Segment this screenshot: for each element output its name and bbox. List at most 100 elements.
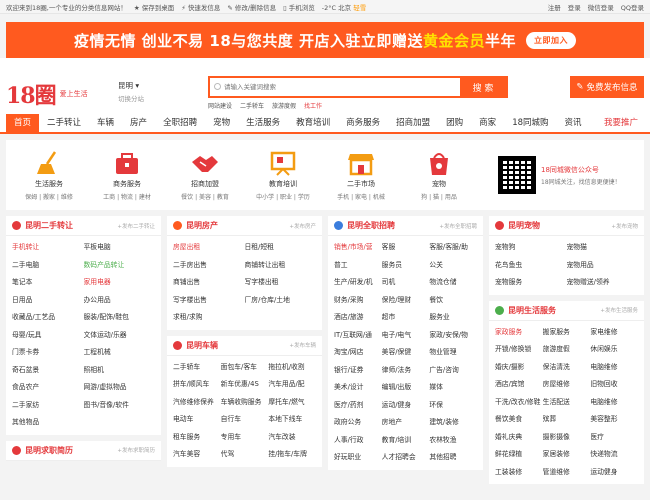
list-item[interactable]: 医疗/药剂 — [334, 397, 382, 415]
list-item[interactable]: 花鸟鱼虫 — [495, 257, 567, 275]
list-item[interactable]: 客服 — [382, 239, 430, 257]
list-item[interactable]: 电动车 — [173, 411, 221, 429]
nav-jobs[interactable]: 全职招聘 — [155, 113, 205, 133]
list-item[interactable]: 二手房出售 — [173, 257, 245, 275]
nav-pets[interactable]: 宠物 — [205, 113, 238, 133]
wechat-login-link[interactable]: 微信登录 — [588, 2, 614, 12]
login-link[interactable]: 登录 — [568, 2, 581, 12]
category-edu[interactable]: 教育培训 中小学 | 职业 | 学历 — [244, 150, 322, 201]
list-item[interactable]: 搬家服务 — [543, 324, 591, 342]
qq-login-link[interactable]: QQ登录 — [621, 2, 644, 12]
list-item[interactable]: 超市 — [382, 309, 430, 327]
list-item[interactable]: 食品农产 — [12, 379, 84, 397]
list-item[interactable] — [245, 309, 317, 327]
list-item[interactable]: 宠物用品 — [567, 257, 639, 275]
list-item[interactable]: 酒店/宾馆 — [495, 376, 543, 394]
list-item[interactable]: 公关 — [429, 257, 477, 275]
list-item[interactable]: 普工 — [334, 257, 382, 275]
list-item[interactable]: 教育/培训 — [382, 432, 430, 450]
category-market[interactable]: 二手市场 手机 | 家电 | 机械 — [322, 150, 400, 201]
quick-post-link[interactable]: ⚡ 快速发信息 — [181, 2, 220, 12]
list-item[interactable]: 网游/虚拟物品 — [84, 379, 156, 397]
list-item[interactable]: 文体运动/乐器 — [84, 327, 156, 345]
list-item[interactable]: 厂房/仓库/土地 — [245, 292, 317, 310]
list-item[interactable]: 日租/短租 — [245, 239, 317, 257]
list-item[interactable]: 收藏品/工艺品 — [12, 309, 84, 327]
list-item[interactable]: 门票卡券 — [12, 344, 84, 362]
list-item[interactable]: 代驾 — [221, 446, 269, 464]
list-item[interactable]: 求租/求购 — [173, 309, 245, 327]
list-item[interactable]: 编辑/出版 — [382, 379, 430, 397]
register-link[interactable]: 注册 — [548, 2, 561, 12]
list-item[interactable]: 挂/拖车/车牌 — [268, 446, 316, 464]
list-item[interactable]: 物业管理 — [429, 344, 477, 362]
list-item[interactable]: 工程机械 — [84, 344, 156, 362]
list-item[interactable]: 餐饮 — [429, 292, 477, 310]
list-item[interactable]: 二手轿车 — [173, 359, 221, 377]
list-item[interactable]: 休闲娱乐 — [590, 341, 638, 359]
nav-franchise[interactable]: 招商加盟 — [388, 113, 438, 133]
search-button[interactable]: 搜 索 — [460, 78, 506, 96]
list-item[interactable]: 司机 — [382, 274, 430, 292]
category-life[interactable]: 生活服务 保姆 | 搬家 | 维修 — [10, 150, 88, 201]
list-item[interactable]: 照相机 — [84, 362, 156, 380]
list-item[interactable]: 律师/法务 — [382, 362, 430, 380]
list-item[interactable]: 宠物赠送/领养 — [567, 274, 639, 292]
nav-home[interactable]: 首页 — [6, 113, 40, 133]
list-item[interactable]: 宠物狗 — [495, 239, 567, 257]
category-pets[interactable]: 宠物狗 | 猫 | 用品 — [400, 150, 478, 201]
list-item[interactable]: 销售/市场/营 — [334, 239, 382, 257]
publish-button[interactable]: ✎ 免费发布信息 — [570, 76, 644, 98]
list-item[interactable]: 办公用品 — [84, 292, 156, 310]
list-item[interactable]: 工装装修 — [495, 464, 543, 482]
list-item[interactable]: 商铺转让出租 — [245, 257, 317, 275]
category-franchise[interactable]: 招商加盟 餐饮 | 美容 | 教育 — [166, 150, 244, 201]
nav-house[interactable]: 房产 — [122, 113, 155, 133]
list-item[interactable]: 媒体 — [429, 379, 477, 397]
list-item[interactable]: 服务业 — [429, 309, 477, 327]
list-item[interactable]: 旅游度假 — [543, 341, 591, 359]
list-item[interactable]: 摄影摄像 — [543, 429, 591, 447]
list-item[interactable]: 宠物猫 — [567, 239, 639, 257]
list-item[interactable]: 其他招聘 — [429, 449, 477, 467]
list-item[interactable]: 家居装修 — [543, 446, 591, 464]
list-item[interactable]: 写字楼出租 — [245, 274, 317, 292]
list-item[interactable]: 房屋出租 — [173, 239, 245, 257]
list-item[interactable]: 美容整形 — [590, 411, 638, 429]
list-item[interactable]: 家政服务 — [495, 324, 543, 342]
list-item[interactable]: 汽车美容 — [173, 446, 221, 464]
list-item[interactable]: 政府公务 — [334, 414, 382, 432]
city-selector[interactable]: 昆明 ▾ 切换分站 — [118, 80, 144, 103]
list-item[interactable]: 生产/研发/机 — [334, 274, 382, 292]
list-item[interactable]: 日用品 — [12, 292, 84, 310]
list-item[interactable]: 广告/咨询 — [429, 362, 477, 380]
list-item[interactable]: 婚庆/摄影 — [495, 359, 543, 377]
list-item[interactable]: 保险/理财 — [382, 292, 430, 310]
list-item[interactable]: 汽车用品/配 — [268, 376, 316, 394]
list-item[interactable]: 开锁/修换锁 — [495, 341, 543, 359]
list-item[interactable]: 二手电脑 — [12, 257, 84, 275]
list-item[interactable]: 宠物服务 — [495, 274, 567, 292]
nav-citybuy[interactable]: 18同城购 — [504, 113, 556, 133]
list-item[interactable]: 旧物回收 — [590, 376, 638, 394]
list-item[interactable]: 母婴/玩具 — [12, 327, 84, 345]
list-item[interactable]: 管道维修 — [543, 464, 591, 482]
category-business[interactable]: 商务服务 工商 | 物流 | 建材 — [88, 150, 166, 201]
list-item[interactable]: 面包车/客车 — [221, 359, 269, 377]
list-item[interactable]: 美容/保健 — [382, 344, 430, 362]
nav-cars[interactable]: 车辆 — [89, 113, 122, 133]
list-item[interactable]: 拖拉机/收割 — [268, 359, 316, 377]
list-item[interactable]: 平板电脑 — [84, 239, 156, 257]
list-item[interactable]: 商铺出售 — [173, 274, 245, 292]
promo-banner[interactable]: 疫情无情 创业不易 18与您共度 开店入驻立即赠送黄金会员半年 立即加入 — [6, 22, 644, 58]
list-item[interactable]: 二手家纺 — [12, 397, 84, 415]
nav-business[interactable]: 商务服务 — [338, 113, 388, 133]
list-item[interactable]: 快递物流 — [590, 446, 638, 464]
list-item[interactable]: 环保 — [429, 397, 477, 415]
list-item[interactable]: 好玩职业 — [334, 449, 382, 467]
nav-promote[interactable]: 我要推广 — [596, 113, 646, 133]
list-item[interactable]: 银行/证券 — [334, 362, 382, 380]
list-item[interactable]: 电子/电气 — [382, 327, 430, 345]
save-desktop-link[interactable]: ★ 保存到桌面 — [134, 2, 174, 12]
search-input[interactable] — [210, 78, 440, 96]
